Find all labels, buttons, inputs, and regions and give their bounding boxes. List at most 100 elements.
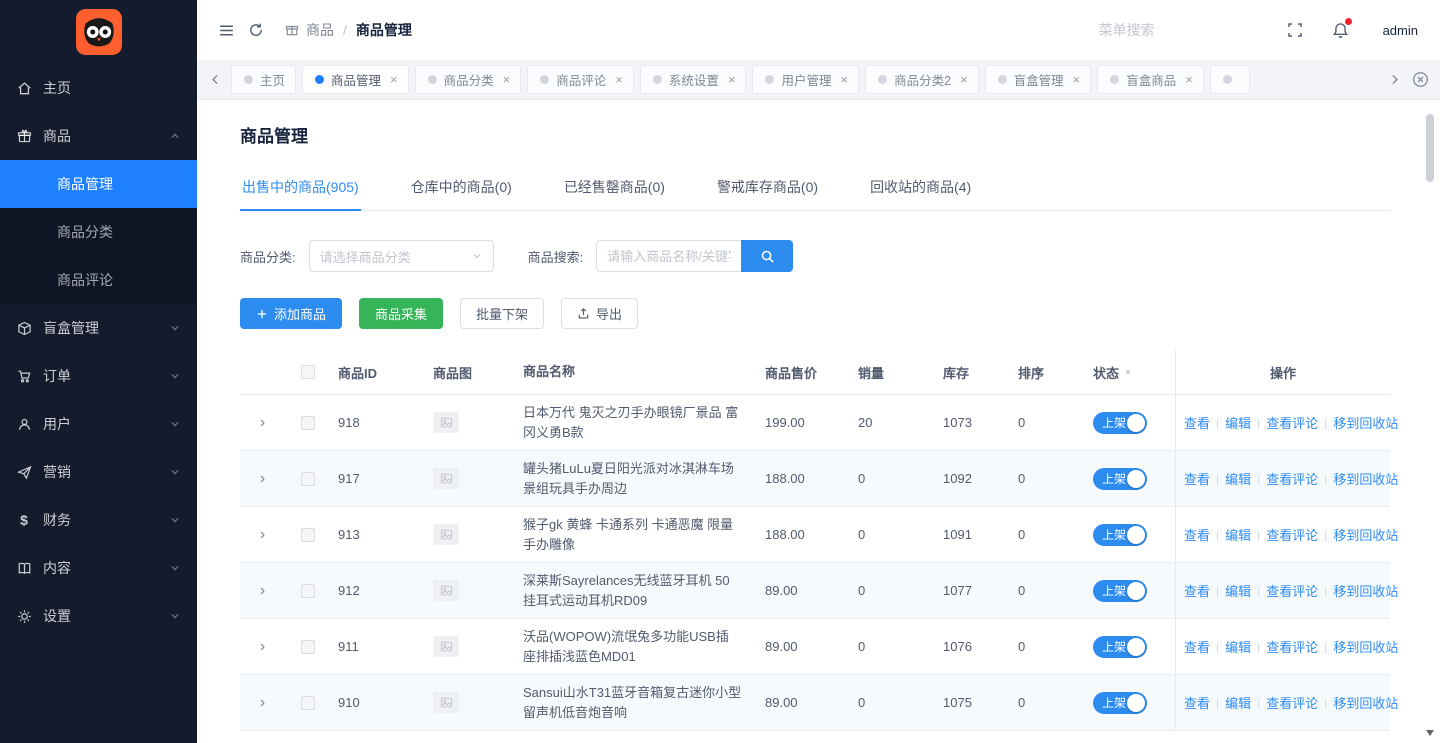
product-search-input[interactable] <box>596 240 741 272</box>
select-all-checkbox[interactable] <box>301 365 315 379</box>
close-all-tabs-icon[interactable] <box>1406 66 1434 94</box>
action-view[interactable]: 查看 <box>1184 525 1210 544</box>
action-view[interactable]: 查看 <box>1184 469 1210 488</box>
action-view-comments[interactable]: 查看评论 <box>1266 581 1318 600</box>
category-select[interactable]: 请选择商品分类 <box>309 240 494 272</box>
action-view[interactable]: 查看 <box>1184 637 1210 656</box>
add-product-button[interactable]: 添加商品 <box>240 298 342 329</box>
row-expand-icon[interactable]: › <box>260 471 265 487</box>
page-tab[interactable]: 警戒库存商品(0) <box>715 171 820 210</box>
row-checkbox[interactable] <box>301 640 315 654</box>
page-tab[interactable]: 回收站的商品(4) <box>868 171 973 210</box>
action-move-to-recycle[interactable]: 移到回收站 <box>1333 637 1398 656</box>
search-button[interactable] <box>741 240 793 272</box>
tab-chip[interactable]: 商品分类 × <box>415 65 522 94</box>
row-checkbox[interactable] <box>301 584 315 598</box>
row-expand-icon[interactable]: › <box>260 583 265 599</box>
hamburger-menu-icon[interactable] <box>211 15 241 45</box>
action-edit[interactable]: 编辑 <box>1225 581 1251 600</box>
sidebar-item-marketing[interactable]: 营销 <box>0 448 197 496</box>
sidebar-item-goods-comments[interactable]: 商品评论 <box>0 256 197 304</box>
status-toggle[interactable]: 上架 <box>1093 636 1147 658</box>
tab-chip[interactable]: 盲盒管理 × <box>985 65 1092 94</box>
tab-close-icon[interactable]: × <box>960 73 968 86</box>
scrollbar-thumb[interactable] <box>1426 114 1434 182</box>
row-checkbox[interactable] <box>301 416 315 430</box>
sidebar-item-home[interactable]: 主页 <box>0 64 197 112</box>
tabs-scroll-right-icon[interactable] <box>1382 68 1406 92</box>
row-expand-icon[interactable]: › <box>260 695 265 711</box>
status-toggle[interactable]: 上架 <box>1093 580 1147 602</box>
status-filter-icon[interactable]: ▼ <box>1124 368 1132 377</box>
action-edit[interactable]: 编辑 <box>1225 637 1251 656</box>
page-tab[interactable]: 仓库中的商品(0) <box>409 171 514 210</box>
tab-close-icon[interactable]: × <box>390 73 398 86</box>
row-checkbox[interactable] <box>301 696 315 710</box>
action-view-comments[interactable]: 查看评论 <box>1266 637 1318 656</box>
notification-bell[interactable] <box>1332 22 1349 39</box>
sidebar-item-content[interactable]: 内容 <box>0 544 197 592</box>
tab-close-icon[interactable]: × <box>840 73 848 86</box>
sidebar-item-goods[interactable]: 商品 <box>0 112 197 160</box>
action-view[interactable]: 查看 <box>1184 581 1210 600</box>
action-view-comments[interactable]: 查看评论 <box>1266 413 1318 432</box>
tab-chip[interactable]: × <box>1210 65 1250 94</box>
sidebar-item-orders[interactable]: 订单 <box>0 352 197 400</box>
page-tab[interactable]: 出售中的商品(905) <box>240 171 361 210</box>
tab-close-icon[interactable]: × <box>503 73 511 86</box>
action-move-to-recycle[interactable]: 移到回收站 <box>1333 469 1398 488</box>
tab-chip[interactable]: 商品评论 × <box>527 65 634 94</box>
action-view-comments[interactable]: 查看评论 <box>1266 469 1318 488</box>
sidebar-item-goods-manage[interactable]: 商品管理 <box>0 160 197 208</box>
status-toggle[interactable]: 上架 <box>1093 412 1147 434</box>
page-tab[interactable]: 已经售罄商品(0) <box>562 171 667 210</box>
tab-chip[interactable]: 商品管理 × <box>302 65 409 94</box>
action-edit[interactable]: 编辑 <box>1225 469 1251 488</box>
action-edit[interactable]: 编辑 <box>1225 413 1251 432</box>
scrollbar-down-arrow-icon[interactable] <box>1426 730 1434 740</box>
tabs-scroll-left-icon[interactable] <box>203 68 227 92</box>
action-view[interactable]: 查看 <box>1184 693 1210 712</box>
menu-search-input[interactable]: 菜单搜索 <box>1099 20 1155 40</box>
status-toggle[interactable]: 上架 <box>1093 692 1147 714</box>
collect-product-button[interactable]: 商品采集 <box>359 298 443 329</box>
row-expand-icon[interactable]: › <box>260 527 265 543</box>
action-view-comments[interactable]: 查看评论 <box>1266 525 1318 544</box>
tab-chip[interactable]: 盲盒商品 × <box>1097 65 1204 94</box>
row-checkbox[interactable] <box>301 528 315 542</box>
action-move-to-recycle[interactable]: 移到回收站 <box>1333 413 1398 432</box>
batch-offshelf-button[interactable]: 批量下架 <box>460 298 544 329</box>
action-view[interactable]: 查看 <box>1184 413 1210 432</box>
row-expand-icon[interactable]: › <box>260 415 265 431</box>
tab-chip[interactable]: 主页 × <box>231 65 296 94</box>
username[interactable]: admin <box>1383 23 1418 38</box>
tab-close-icon[interactable]: × <box>1185 73 1193 86</box>
tab-chip[interactable]: 用户管理 × <box>752 65 859 94</box>
tab-chip[interactable]: 商品分类2 × <box>865 65 979 94</box>
sidebar-item-blindbox[interactable]: 盲盒管理 <box>0 304 197 352</box>
action-edit[interactable]: 编辑 <box>1225 693 1251 712</box>
action-edit[interactable]: 编辑 <box>1225 525 1251 544</box>
tab-close-icon[interactable]: × <box>728 73 736 86</box>
breadcrumb-parent[interactable]: 商品 <box>306 20 334 40</box>
action-move-to-recycle[interactable]: 移到回收站 <box>1333 693 1398 712</box>
fullscreen-icon[interactable] <box>1280 15 1310 45</box>
status-toggle[interactable]: 上架 <box>1093 468 1147 490</box>
sidebar-item-finance[interactable]: $ 财务 <box>0 496 197 544</box>
sidebar-item-goods-category[interactable]: 商品分类 <box>0 208 197 256</box>
sidebar-item-users[interactable]: 用户 <box>0 400 197 448</box>
tab-close-icon[interactable]: × <box>615 73 623 86</box>
sidebar-item-settings[interactable]: 设置 <box>0 592 197 640</box>
tab-close-icon[interactable]: × <box>1073 73 1081 86</box>
export-button[interactable]: 导出 <box>561 298 638 329</box>
status-toggle[interactable]: 上架 <box>1093 524 1147 546</box>
refresh-icon[interactable] <box>241 15 271 45</box>
row-checkbox[interactable] <box>301 472 315 486</box>
action-move-to-recycle[interactable]: 移到回收站 <box>1333 525 1398 544</box>
vertical-scrollbar[interactable] <box>1426 104 1435 743</box>
tab-chip[interactable]: 系统设置 × <box>640 65 747 94</box>
action-view-comments[interactable]: 查看评论 <box>1266 693 1318 712</box>
app-logo[interactable] <box>0 0 197 64</box>
row-expand-icon[interactable]: › <box>260 639 265 655</box>
action-move-to-recycle[interactable]: 移到回收站 <box>1333 581 1398 600</box>
